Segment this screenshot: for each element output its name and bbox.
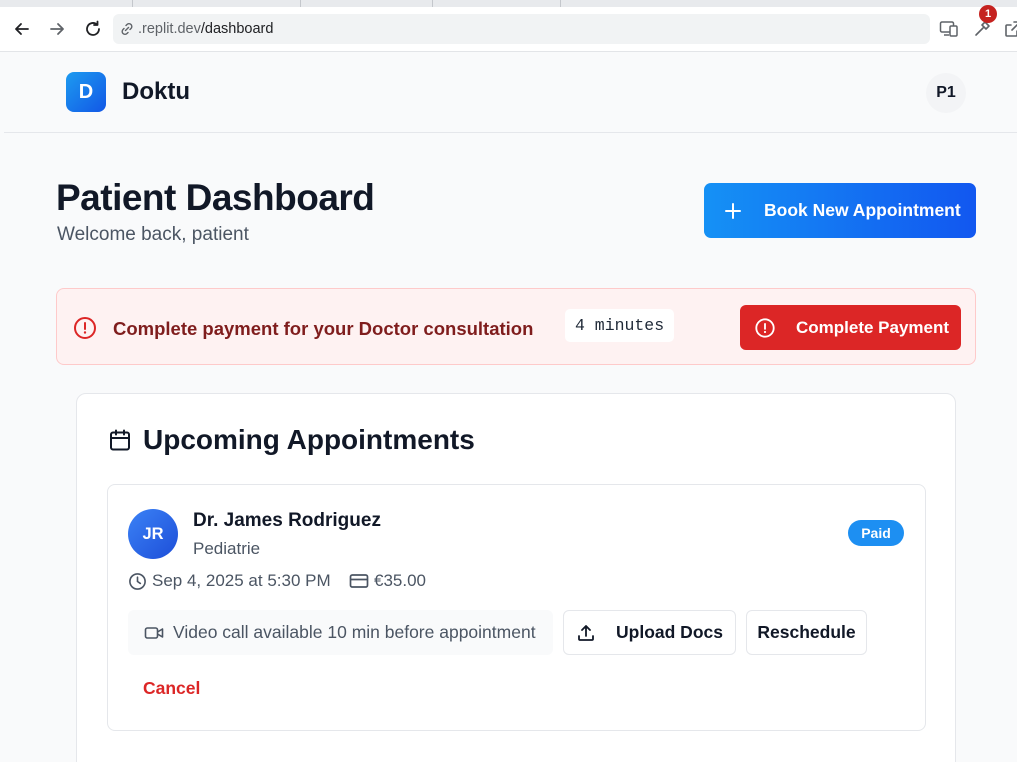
url-path: /dashboard [200, 21, 274, 37]
reschedule-label: Reschedule [757, 622, 856, 642]
tab-separator [432, 0, 433, 7]
status-badge: Paid [848, 520, 904, 546]
video-call-note: Video call available 10 min before appoi… [128, 610, 553, 655]
share-icon[interactable] [1003, 19, 1017, 39]
tab-separator [300, 0, 301, 7]
logo[interactable]: D [66, 72, 106, 112]
upload-docs-button[interactable]: Upload Docs [563, 610, 736, 655]
page-subtitle: Welcome back, patient [57, 224, 249, 245]
address-bar[interactable]: .replit.dev/dashboard [113, 14, 930, 44]
extensions-badge: 1 [979, 5, 997, 23]
clock-icon [128, 572, 147, 591]
alert-circle-icon [73, 316, 97, 340]
app-header: D Doktu P1 [4, 52, 1017, 133]
doctor-specialty: Pediatrie [193, 539, 261, 558]
complete-payment-label: Complete Payment [796, 317, 950, 337]
complete-payment-button[interactable]: Complete Payment [740, 305, 961, 350]
video-note-text: Video call available 10 min before appoi… [173, 622, 536, 642]
tab-separator [132, 0, 133, 7]
video-icon [144, 624, 164, 642]
cast-icon[interactable] [939, 19, 959, 39]
link-icon [119, 21, 135, 37]
book-appointment-button[interactable]: Book New Appointment [704, 183, 976, 238]
tab-separator [560, 0, 561, 7]
browser-toolbar: .replit.dev/dashboard [0, 7, 1017, 52]
upcoming-appointments-card: Upcoming Appointments JR Dr. James Rodri… [76, 393, 956, 762]
page-title: Patient Dashboard [56, 177, 375, 218]
cancel-button[interactable]: Cancel [143, 678, 200, 699]
doctor-avatar: JR [128, 509, 178, 559]
calendar-icon [108, 428, 132, 457]
alert-circle-icon [754, 317, 776, 339]
upload-docs-label: Upload Docs [616, 622, 723, 642]
upload-icon [576, 623, 596, 643]
price-text: €35.00 [374, 571, 426, 590]
brand-name[interactable]: Doktu [122, 78, 190, 106]
forward-icon[interactable] [47, 19, 67, 39]
credit-card-icon [349, 572, 369, 590]
browser-tabstrip [0, 0, 1017, 7]
appointment-price: €35.00 [349, 571, 426, 591]
doctor-name: Dr. James Rodriguez [193, 510, 381, 531]
payment-timer: 4 minutes [565, 309, 675, 342]
user-avatar[interactable]: P1 [926, 73, 966, 113]
appointment-datetime: Sep 4, 2025 at 5:30 PM [128, 571, 331, 591]
reload-icon[interactable] [83, 19, 103, 39]
payment-alert: Complete payment for your Doctor consult… [56, 288, 976, 365]
url-host: .replit.dev [138, 21, 201, 37]
section-title: Upcoming Appointments [143, 424, 475, 455]
alert-message: Complete payment for your Doctor consult… [113, 318, 534, 339]
back-icon[interactable] [12, 19, 32, 39]
appointment-item: JR Dr. James Rodriguez Pediatrie Paid Se… [107, 484, 926, 731]
plus-icon [724, 202, 742, 220]
book-appointment-label: Book New Appointment [764, 200, 961, 220]
datetime-text: Sep 4, 2025 at 5:30 PM [152, 571, 331, 590]
reschedule-button[interactable]: Reschedule [746, 610, 867, 655]
